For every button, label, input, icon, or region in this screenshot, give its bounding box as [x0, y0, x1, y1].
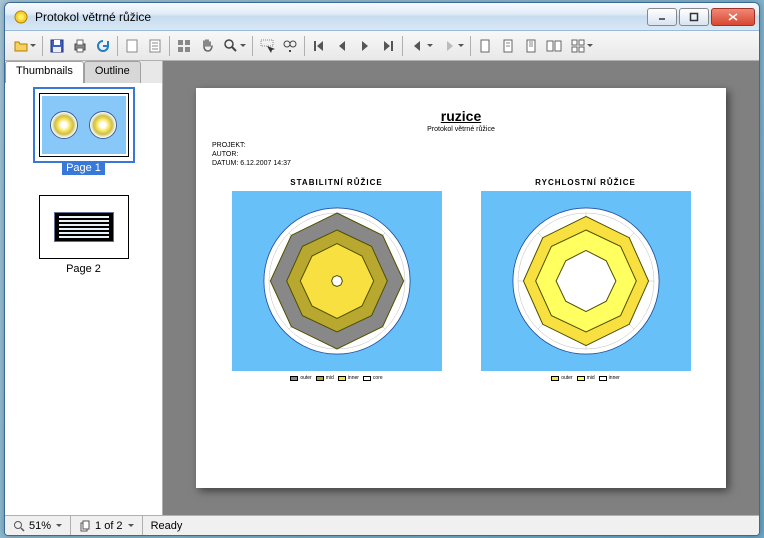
chart-legend: outer mid inner — [551, 375, 620, 381]
thumbnails-toggle-button[interactable] — [173, 35, 195, 57]
app-icon — [13, 9, 29, 25]
first-page-button[interactable] — [308, 35, 330, 57]
chart-title: RYCHLOSTNÍ RŮŽICE — [535, 178, 636, 187]
back-button[interactable] — [406, 35, 436, 57]
maximize-button[interactable] — [679, 8, 709, 26]
pages-value: 1 of 2 — [95, 520, 123, 532]
main-view[interactable]: ruzice Protokol větrné růžice PROJEKT: A… — [163, 61, 759, 515]
chevron-down-icon — [587, 44, 593, 47]
page-button[interactable] — [121, 35, 143, 57]
chart-canvas — [232, 191, 442, 371]
document-button[interactable] — [144, 35, 166, 57]
chevron-down-icon — [128, 524, 134, 527]
zoom-value: 51% — [29, 520, 51, 532]
refresh-button[interactable] — [92, 35, 114, 57]
next-page-button[interactable] — [354, 35, 376, 57]
thumbnail-label: Page 1 — [62, 161, 105, 175]
meta-datum: DATUM: 6.12.2007 14:37 — [212, 159, 710, 168]
legend-item: outer — [551, 375, 572, 381]
chevron-down-icon — [240, 44, 246, 47]
chart-title: STABILITNÍ RŮŽICE — [290, 178, 382, 187]
thumbnail-image — [39, 195, 129, 259]
window-title: Protokol větrné růžice — [35, 10, 645, 24]
sidebar: Thumbnails Outline Page 1 — [5, 61, 163, 515]
legend-item: inner — [599, 375, 620, 381]
single-page-button[interactable] — [474, 35, 496, 57]
chart-speed: RYCHLOSTNÍ RŮŽICE outer mid inner — [471, 178, 701, 381]
status-ready: Ready — [143, 516, 759, 535]
save-button[interactable] — [46, 35, 68, 57]
chart-canvas — [481, 191, 691, 371]
zoom-button[interactable] — [219, 35, 249, 57]
window-controls — [645, 8, 755, 26]
status-pages[interactable]: 1 of 2 — [71, 516, 143, 535]
forward-button[interactable] — [437, 35, 467, 57]
select-button[interactable] — [256, 35, 278, 57]
document-title: ruzice — [212, 108, 710, 124]
legend-item: mid — [577, 375, 595, 381]
view-mode-2-button[interactable] — [520, 35, 542, 57]
chart-legend: outer mid inner core — [290, 375, 382, 381]
two-page-button[interactable] — [543, 35, 565, 57]
toolbar — [5, 31, 759, 61]
find-button[interactable] — [279, 35, 301, 57]
chevron-down-icon — [458, 44, 464, 47]
prev-page-button[interactable] — [331, 35, 353, 57]
thumbnails-panel[interactable]: Page 1 Page 2 — [5, 83, 162, 515]
mini-rose-icon — [50, 111, 78, 139]
chart-stability: STABILITNÍ RŮŽICE outer mid inner core — [222, 178, 452, 381]
minimize-button[interactable] — [647, 8, 677, 26]
legend-item: core — [363, 375, 383, 381]
content-area: Thumbnails Outline Page 1 — [5, 61, 759, 515]
thumbnail-label: Page 2 — [66, 263, 101, 275]
meta-autor: AUTOR: — [212, 150, 710, 159]
chevron-down-icon — [30, 44, 36, 47]
document-page: ruzice Protokol větrné růžice PROJEKT: A… — [196, 88, 726, 488]
document-subtitle: Protokol větrné růžice — [212, 126, 710, 133]
chevron-down-icon — [56, 524, 62, 527]
status-text: Ready — [151, 520, 183, 532]
statusbar: 51% 1 of 2 Ready — [5, 515, 759, 535]
view-mode-1-button[interactable] — [497, 35, 519, 57]
sidebar-tabs: Thumbnails Outline — [5, 61, 162, 83]
tab-thumbnails[interactable]: Thumbnails — [5, 61, 84, 83]
mini-table-icon — [54, 212, 114, 242]
charts-row: STABILITNÍ RŮŽICE outer mid inner core RYCH… — [212, 178, 710, 381]
last-page-button[interactable] — [377, 35, 399, 57]
chevron-down-icon — [427, 44, 433, 47]
print-button[interactable] — [69, 35, 91, 57]
pan-button[interactable] — [196, 35, 218, 57]
open-button[interactable] — [9, 35, 39, 57]
app-window: Protokol větrné růžice — [4, 2, 760, 536]
legend-item: inner — [338, 375, 359, 381]
titlebar[interactable]: Protokol větrné růžice — [5, 3, 759, 31]
legend-item: outer — [290, 375, 311, 381]
tab-outline[interactable]: Outline — [84, 61, 141, 83]
pages-icon — [79, 520, 91, 532]
document-meta: PROJEKT: AUTOR: DATUM: 6.12.2007 14:37 — [212, 141, 710, 168]
legend-item: mid — [316, 375, 334, 381]
thumbnail-image — [39, 93, 129, 157]
meta-projekt: PROJEKT: — [212, 141, 710, 150]
thumbnail-page-1[interactable]: Page 1 — [39, 93, 129, 175]
close-button[interactable] — [711, 8, 755, 26]
thumbnail-page-2[interactable]: Page 2 — [39, 195, 129, 275]
mini-rose-icon — [89, 111, 117, 139]
multi-page-button[interactable] — [566, 35, 596, 57]
zoom-icon — [13, 520, 25, 532]
status-zoom[interactable]: 51% — [5, 516, 71, 535]
